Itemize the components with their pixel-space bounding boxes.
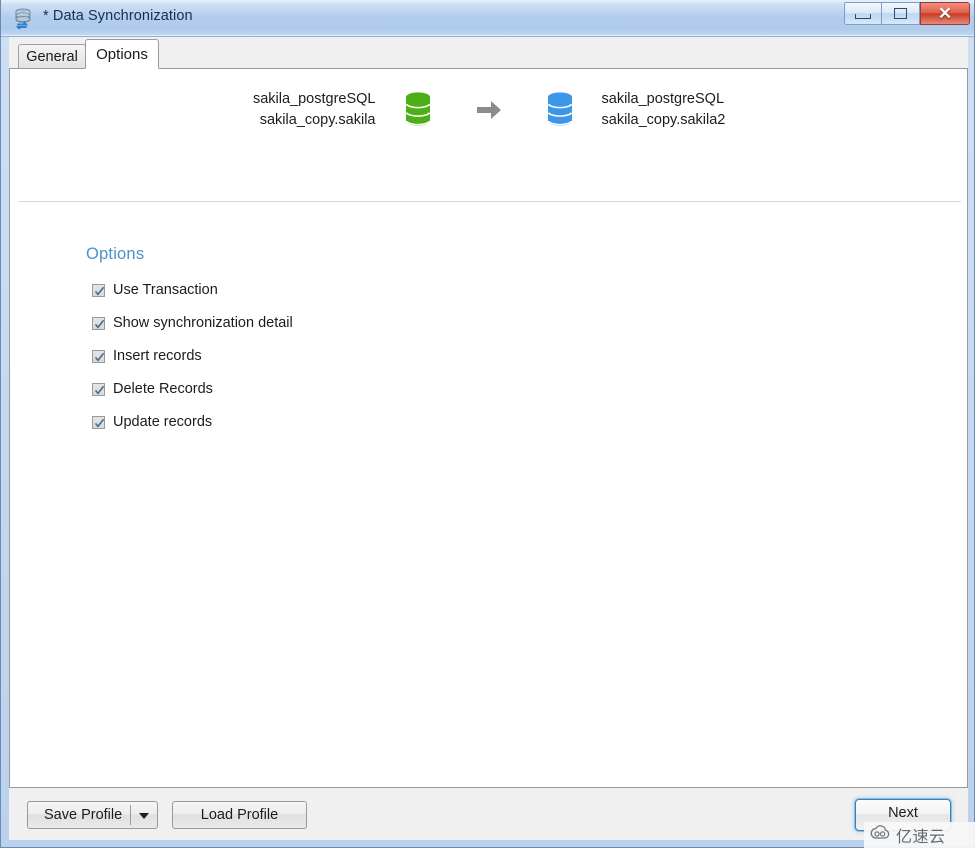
option-show-synchronization-detail[interactable]: Show synchronization detail xyxy=(86,313,293,333)
source-connection-name: sakila_postgreSQL xyxy=(252,91,376,107)
save-profile-label: Save Profile xyxy=(44,807,123,823)
watermark-text: 亿速云 xyxy=(896,827,946,846)
check-icon xyxy=(94,352,105,362)
maximize-button[interactable] xyxy=(882,2,920,25)
tab-options-label: Options xyxy=(96,45,148,63)
option-insert-records[interactable]: Insert records xyxy=(86,346,293,366)
tab-options[interactable]: Options xyxy=(85,39,159,69)
option-label-delete-records: Delete Records xyxy=(113,381,213,397)
save-profile-button[interactable]: Save Profile xyxy=(27,801,158,829)
save-profile-separator xyxy=(130,805,131,825)
database-sync-icon xyxy=(13,7,35,31)
options-group: Options Use Transaction Show synchroniza… xyxy=(86,245,293,445)
target-database-icon xyxy=(542,90,578,130)
watermark: 亿速云 xyxy=(864,822,975,848)
data-synchronization-window: * Data Synchronization ✕ General Options… xyxy=(0,0,975,848)
footer-bar: Save Profile Load Profile Next xyxy=(9,788,968,840)
tab-general-label: General xyxy=(26,49,78,65)
tab-strip: General Options xyxy=(9,37,968,69)
watermark-cloud-icon xyxy=(870,825,892,845)
target-labels: sakila_postgreSQL sakila_copy.sakila2 xyxy=(602,89,777,131)
target-schema-name: sakila_copy.sakila2 xyxy=(601,112,726,128)
sync-connection-row: sakila_postgreSQL sakila_copy.sakila sak… xyxy=(10,89,967,131)
check-icon xyxy=(94,319,105,329)
option-update-records[interactable]: Update records xyxy=(86,412,293,432)
close-button[interactable]: ✕ xyxy=(920,2,970,25)
application-window-screenshot: * Data Synchronization ✕ General Options… xyxy=(0,0,975,848)
next-label: Next xyxy=(888,805,918,821)
option-use-transaction[interactable]: Use Transaction xyxy=(86,280,293,300)
source-labels: sakila_postgreSQL sakila_copy.sakila xyxy=(201,89,376,131)
load-profile-label: Load Profile xyxy=(200,807,279,823)
checkbox-show-synchronization-detail[interactable] xyxy=(92,316,105,330)
maximize-icon xyxy=(894,8,907,19)
arrow-right-icon xyxy=(474,97,504,123)
chevron-down-icon[interactable] xyxy=(139,813,149,819)
check-icon xyxy=(94,286,105,296)
option-label-show-synchronization-detail: Show synchronization detail xyxy=(113,315,293,331)
checkbox-use-transaction[interactable] xyxy=(92,283,105,297)
checkbox-delete-records[interactable] xyxy=(92,382,105,396)
checkbox-update-records[interactable] xyxy=(92,415,105,429)
option-label-use-transaction: Use Transaction xyxy=(113,282,218,298)
options-heading: Options xyxy=(86,245,145,263)
tab-general[interactable]: General xyxy=(18,44,86,69)
close-icon: ✕ xyxy=(937,4,953,23)
header-divider xyxy=(18,201,961,202)
minimize-icon xyxy=(855,13,871,19)
source-database-icon xyxy=(400,90,436,130)
checkbox-insert-records[interactable] xyxy=(92,349,105,363)
options-page-panel: sakila_postgreSQL sakila_copy.sakila sak… xyxy=(9,68,968,788)
option-label-insert-records: Insert records xyxy=(113,348,202,364)
option-label-update-records: Update records xyxy=(113,414,213,430)
title-bar: * Data Synchronization ✕ xyxy=(1,0,974,37)
load-profile-button[interactable]: Load Profile xyxy=(172,801,307,829)
client-area: General Options sakila_postgreSQL sakila… xyxy=(9,37,968,840)
sync-header: sakila_postgreSQL sakila_copy.sakila sak… xyxy=(10,69,967,202)
check-icon xyxy=(94,385,105,395)
window-title: * Data Synchronization xyxy=(43,8,193,24)
minimize-button[interactable] xyxy=(844,2,882,25)
check-icon xyxy=(94,418,105,428)
target-connection-name: sakila_postgreSQL xyxy=(601,91,725,107)
option-delete-records[interactable]: Delete Records xyxy=(86,379,293,399)
source-schema-name: sakila_copy.sakila xyxy=(259,112,376,128)
window-controls: ✕ xyxy=(844,2,970,26)
